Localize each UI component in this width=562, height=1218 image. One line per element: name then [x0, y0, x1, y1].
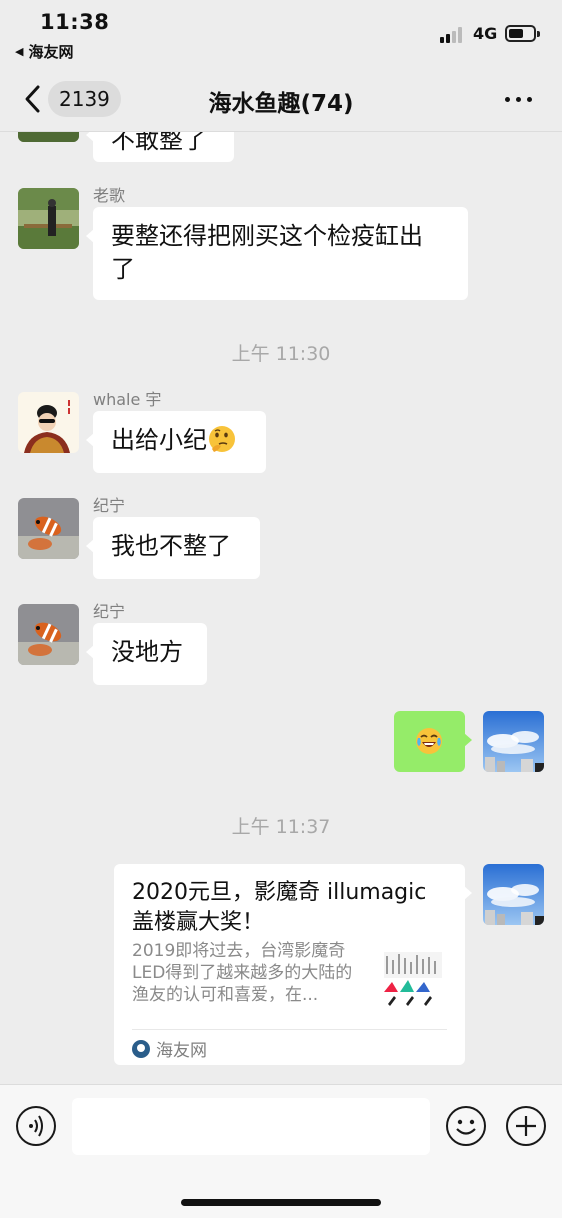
timestamp: 上午 11:37	[231, 816, 331, 838]
avatar[interactable]	[18, 188, 79, 249]
message-text: 我也不整了	[111, 532, 231, 560]
thinking-face-emoji-icon	[209, 426, 235, 452]
source-name: 海友网	[156, 1041, 207, 1061]
emoji-button[interactable]	[446, 1106, 486, 1146]
more-functions-button[interactable]	[506, 1106, 546, 1146]
sender-name: whale 宇	[93, 390, 162, 409]
network-type: 4G	[473, 24, 498, 43]
message-bubble[interactable]: 没地方	[86, 623, 207, 685]
divider	[132, 1029, 447, 1030]
input-bar	[0, 1084, 562, 1218]
chat-header: 2139 海水鱼趣(74)	[0, 68, 562, 132]
link-card-description: 2019即将过去，台湾影魔奇LED得到了越来越多的大陆的渔友的认可和喜爱，在..…	[132, 941, 353, 1005]
smiley-icon	[456, 1119, 476, 1135]
avatar[interactable]	[18, 498, 79, 559]
my-avatar[interactable]	[483, 864, 544, 925]
avatar[interactable]	[18, 392, 79, 453]
avatar[interactable]	[18, 132, 79, 142]
status-time: 11:38	[40, 10, 110, 34]
message-text: 不敢整了	[111, 132, 207, 154]
tears-of-joy-emoji-icon	[416, 728, 442, 754]
message-text: 没地方	[111, 638, 183, 666]
sender-name: 老歌	[93, 186, 126, 205]
message-bubble[interactable]: 我也不整了	[86, 517, 260, 579]
plus-icon	[516, 1116, 536, 1136]
chat-title: 海水鱼趣(74)	[208, 91, 354, 117]
status-bar: 11:38 ◀ 海友网 4G	[0, 0, 562, 68]
back-to-app-button[interactable]: ◀ 海友网	[15, 41, 73, 62]
message-bubble[interactable]: 出给小纪	[86, 411, 266, 473]
back-triangle-icon: ◀	[15, 45, 24, 58]
message-text: 出给小纪	[111, 426, 207, 454]
message-list[interactable]: 不敢整了 老歌 要整还得把刚买这个检疫缸出 了 上午 11:30 whale 宇…	[0, 132, 562, 1084]
timestamp: 上午 11:30	[231, 343, 331, 365]
avatar[interactable]	[18, 604, 79, 665]
battery-icon	[505, 25, 540, 42]
message-text: 了	[111, 255, 135, 283]
sender-name: 纪宁	[93, 602, 126, 621]
voice-icon	[29, 1115, 43, 1137]
message-bubble[interactable]: 不敢整了	[86, 132, 234, 162]
my-avatar[interactable]	[483, 711, 544, 772]
link-card-message[interactable]: 2020元旦，影魔奇 illumagic 盖楼赢大奖！ 2019即将过去，台湾影…	[114, 864, 472, 1065]
link-card-title: 2020元旦，影魔奇 illumagic 盖楼赢大奖！	[132, 880, 427, 935]
message-text: 要整还得把刚买这个检疫缸出	[111, 222, 423, 250]
message-bubble[interactable]: 要整还得把刚买这个检疫缸出 了	[86, 207, 468, 300]
link-card-source: 海友网	[132, 1036, 207, 1061]
signal-icon	[440, 27, 466, 43]
home-indicator[interactable]	[181, 1199, 381, 1206]
back-app-label: 海友网	[28, 43, 74, 61]
more-options-icon[interactable]	[505, 97, 532, 102]
my-message-bubble[interactable]	[394, 711, 472, 772]
voice-button[interactable]	[16, 1106, 56, 1146]
sender-name: 纪宁	[93, 496, 126, 515]
message-input[interactable]	[72, 1098, 430, 1155]
source-logo-icon	[132, 1039, 150, 1058]
link-card-thumbnail	[380, 942, 446, 1012]
